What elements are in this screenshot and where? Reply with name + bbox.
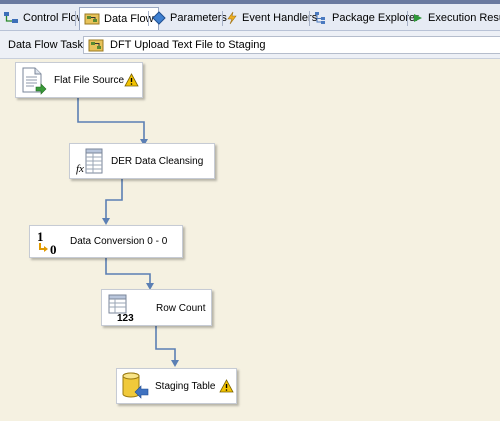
data-flow-canvas[interactable]: Flat File Source fx DER Data Cleansing 1…	[0, 59, 500, 421]
tab-separator	[75, 11, 76, 26]
designer-tab-bar: Control Flow Data Flow Parameters Event …	[0, 4, 500, 31]
component-flat-file-source[interactable]: Flat File Source	[15, 62, 143, 98]
component-data-conversion[interactable]: 1 0 Data Conversion 0 - 0	[29, 225, 183, 258]
tab-parameters[interactable]: Parameters	[152, 7, 227, 28]
tab-separator	[407, 11, 408, 26]
row-count-digits-glyph: 123	[117, 313, 134, 323]
path-der-to-conversion	[105, 177, 123, 222]
ole-db-destination-icon	[122, 372, 149, 399]
tab-data-flow[interactable]: Data Flow	[79, 7, 159, 30]
tab-label: Execution Results	[428, 11, 500, 24]
data-flow-task-select[interactable]: DFT Upload Text File to Staging	[83, 36, 500, 54]
data-flow-task-bar: Data Flow Task: DFT Upload Text File to …	[0, 31, 500, 59]
tab-label: Parameters	[170, 11, 227, 24]
tab-separator	[148, 11, 149, 26]
component-der-data-cleansing[interactable]: fx DER Data Cleansing	[69, 143, 215, 179]
arrow-head	[102, 218, 110, 225]
tab-label: Package Explorer	[332, 11, 419, 24]
arrow-head	[171, 360, 179, 367]
derived-column-icon: fx	[76, 148, 103, 175]
parameters-icon	[152, 10, 166, 25]
component-label: Data Conversion 0 - 0	[70, 236, 168, 247]
event-handlers-icon	[227, 11, 237, 24]
row-count-icon: 123	[108, 294, 134, 323]
warning-icon	[219, 379, 234, 393]
tab-event-handlers[interactable]: Event Handlers	[226, 7, 317, 28]
component-label: Flat File Source	[54, 75, 125, 86]
tab-separator	[309, 11, 310, 26]
data-flow-task-label: Data Flow Task:	[8, 39, 87, 51]
data-conversion-icon: 1 0	[37, 229, 57, 256]
data-flow-task-value: DFT Upload Text File to Staging	[110, 39, 266, 51]
tab-execution-results[interactable]: Execution Results	[412, 7, 500, 28]
warning-icon	[124, 73, 139, 87]
component-label: DER Data Cleansing	[111, 156, 204, 167]
tab-control-flow[interactable]: Control Flow	[3, 7, 85, 28]
conversion-zero-glyph: 0	[50, 242, 57, 256]
tab-label: Event Handlers	[242, 11, 318, 24]
component-row-count[interactable]: 123 Row Count	[101, 289, 212, 326]
control-flow-icon	[4, 11, 18, 23]
conversion-one-glyph: 1	[37, 229, 44, 244]
execution-results-icon	[414, 13, 422, 22]
fx-glyph: fx	[76, 163, 84, 175]
component-label: Row Count	[156, 303, 206, 314]
flat-file-source-icon	[22, 67, 47, 95]
path-flat-file-to-der	[77, 96, 145, 142]
tab-package-explorer[interactable]: Package Explorer	[314, 7, 419, 28]
package-explorer-icon	[315, 11, 325, 24]
path-rowcount-to-staging	[155, 322, 176, 363]
path-conversion-to-rowcount	[105, 257, 151, 286]
data-flow-task-icon	[88, 39, 104, 51]
tab-label: Data Flow	[104, 13, 154, 25]
tab-separator	[222, 11, 223, 26]
component-staging-table[interactable]: Staging Table	[116, 368, 237, 404]
data-flow-icon	[84, 13, 100, 25]
component-label: Staging Table	[155, 381, 216, 392]
